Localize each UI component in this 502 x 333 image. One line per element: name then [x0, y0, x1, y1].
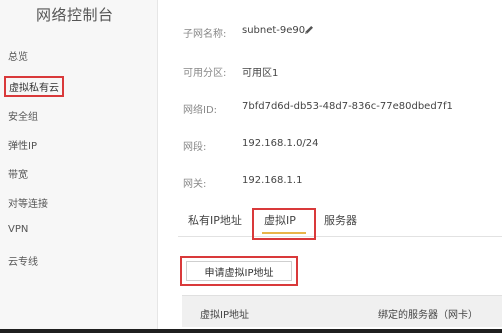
- tab-servers[interactable]: 服务器: [324, 212, 357, 228]
- subnet-name-value: subnet-9e90: [242, 25, 306, 36]
- network-id-label: 网络ID:: [183, 105, 218, 116]
- bottom-border: [0, 329, 502, 333]
- gateway-value: 192.168.1.1: [242, 175, 303, 186]
- zone-label: 可用分区:: [183, 68, 227, 79]
- tab-private-ip[interactable]: 私有IP地址: [188, 212, 242, 228]
- apply-button-highlight: 申请虚拟IP地址: [180, 256, 298, 286]
- cidr-value: 192.168.1.0/24: [242, 138, 319, 149]
- nav-security-group[interactable]: 安全组: [8, 108, 38, 123]
- cidr-label: 网段:: [183, 142, 207, 153]
- gateway-label: 网关:: [183, 179, 207, 190]
- column-virtual-ip: 虚拟IP地址: [200, 310, 249, 321]
- nav-direct-connect[interactable]: 云专线: [8, 253, 38, 268]
- sidebar: 网络控制台 总览 虚拟私有云 安全组 弹性IP 带宽 对等连接 VPN 云专线: [0, 0, 158, 333]
- nav-vpn[interactable]: VPN: [8, 224, 28, 235]
- main-panel: 子网名称: subnet-9e90 可用分区: 可用区1 网络ID: 7bfd7…: [158, 0, 502, 333]
- active-tab-underline: [262, 232, 306, 234]
- nav-elastic-ip[interactable]: 弹性IP: [8, 137, 37, 152]
- console-title: 网络控制台: [36, 6, 114, 24]
- table-header: 虚拟IP地址 绑定的服务器（网卡）: [182, 295, 502, 327]
- nav-overview[interactable]: 总览: [8, 48, 28, 63]
- nav-peering[interactable]: 对等连接: [8, 195, 48, 210]
- pencil-icon[interactable]: [303, 24, 315, 36]
- subnet-name-label: 子网名称:: [183, 29, 227, 40]
- apply-virtual-ip-button[interactable]: 申请虚拟IP地址: [186, 261, 292, 281]
- network-id-value: 7bfd7d6d-db53-48d7-836c-77e80dbed7f1: [242, 101, 453, 112]
- nav-vpc[interactable]: 虚拟私有云: [4, 76, 64, 97]
- nav-bandwidth[interactable]: 带宽: [8, 166, 28, 181]
- tab-virtual-ip[interactable]: 虚拟IP: [264, 212, 296, 228]
- zone-value: 可用区1: [242, 68, 279, 79]
- tabs-divider: [178, 236, 502, 237]
- column-bound-server: 绑定的服务器（网卡）: [378, 310, 478, 321]
